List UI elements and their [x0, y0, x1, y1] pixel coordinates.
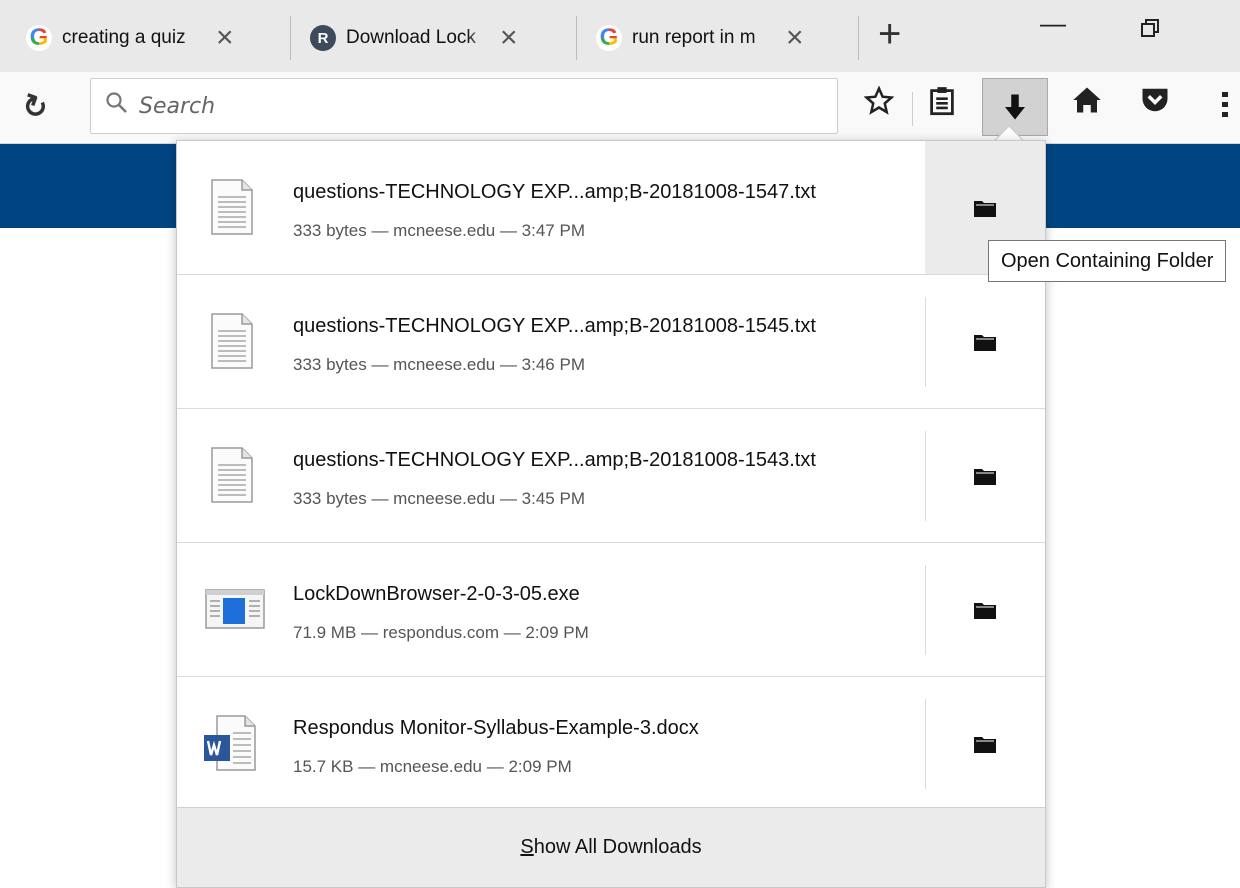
executable-file-icon: [205, 589, 265, 629]
folder-icon: [974, 736, 996, 753]
open-containing-folder-button[interactable]: [925, 677, 1045, 810]
folder-icon: [974, 200, 996, 217]
close-icon[interactable]: ×: [786, 23, 804, 53]
open-containing-folder-button[interactable]: [925, 275, 1045, 408]
download-item[interactable]: questions-TECHNOLOGY EXP...amp;B-2018100…: [177, 409, 1045, 543]
search-input[interactable]: [139, 93, 739, 119]
google-icon: G: [26, 24, 52, 51]
folder-icon: [974, 334, 996, 351]
download-file-name: questions-TECHNOLOGY EXP...amp;B-2018100…: [293, 315, 816, 337]
google-icon: G: [596, 24, 622, 51]
menu-overflow-icon[interactable]: [1222, 90, 1230, 125]
folder-icon: [974, 602, 996, 619]
download-file-meta: 15.7 KB — mcneese.edu — 2:09 PM: [293, 757, 572, 776]
close-icon[interactable]: ×: [216, 23, 234, 53]
download-item[interactable]: questions-TECHNOLOGY EXP...amp;B-2018100…: [177, 275, 1045, 409]
download-item[interactable]: Respondus Monitor-Syllabus-Example-3.doc…: [177, 677, 1045, 811]
show-all-downloads-button[interactable]: Show All Downloads: [177, 807, 1045, 887]
download-file-meta: 71.9 MB — respondus.com — 2:09 PM: [293, 623, 589, 642]
download-file-meta: 333 bytes — mcneese.edu — 3:46 PM: [293, 355, 585, 374]
tab-divider: [858, 16, 859, 60]
download-file-name: Respondus Monitor-Syllabus-Example-3.doc…: [293, 717, 699, 739]
open-containing-folder-button[interactable]: [925, 409, 1045, 542]
open-containing-folder-button[interactable]: [925, 543, 1045, 676]
restore-icon[interactable]: [1140, 14, 1160, 45]
tooltip: Open Containing Folder: [988, 240, 1227, 282]
tab-label: Download Lock: [346, 27, 476, 48]
text-file-icon: [211, 179, 253, 235]
download-file-name: LockDownBrowser-2-0-3-05.exe: [293, 583, 580, 605]
download-file-meta: 333 bytes — mcneese.edu — 3:47 PM: [293, 221, 585, 240]
download-item[interactable]: LockDownBrowser-2-0-3-05.exe 71.9 MB — r…: [177, 543, 1045, 677]
new-tab-plus-icon[interactable]: +: [878, 14, 901, 54]
show-all-label: how All Downloads: [533, 836, 702, 858]
toolbar-divider: [912, 92, 913, 126]
download-file-name: questions-TECHNOLOGY EXP...amp;B-2018100…: [293, 181, 816, 203]
tab-divider: [290, 16, 291, 60]
download-item[interactable]: questions-TECHNOLOGY EXP...amp;B-2018100…: [177, 141, 1045, 275]
tab-label: creating a quiz: [62, 27, 186, 48]
download-arrow-icon: [1005, 94, 1025, 120]
folder-icon: [974, 468, 996, 485]
respondus-icon: R: [310, 25, 336, 51]
text-file-icon: [211, 447, 253, 503]
reload-icon[interactable]: ↻: [17, 87, 53, 128]
tab-divider: [576, 16, 577, 60]
downloads-button[interactable]: [982, 78, 1048, 136]
search-box[interactable]: [90, 78, 838, 134]
download-file-name: questions-TECHNOLOGY EXP...amp;B-2018100…: [293, 449, 816, 471]
tab-strip: G creating a quiz × R Download Lock × G …: [0, 0, 1240, 72]
download-file-meta: 333 bytes — mcneese.edu — 3:45 PM: [293, 489, 585, 508]
tab-creating-a-quiz[interactable]: G creating a quiz ×: [26, 10, 234, 66]
close-icon[interactable]: ×: [500, 23, 518, 53]
bookmark-star-icon[interactable]: [863, 85, 895, 121]
search-icon: [105, 91, 129, 122]
downloads-panel: questions-TECHNOLOGY EXP...amp;B-2018100…: [176, 140, 1046, 888]
text-file-icon: [211, 313, 253, 369]
home-icon[interactable]: [1072, 86, 1102, 119]
navigation-toolbar: ↻: [0, 72, 1240, 144]
reading-list-icon[interactable]: [928, 86, 956, 121]
pocket-icon[interactable]: [1140, 86, 1170, 119]
minimize-icon[interactable]: —: [1040, 8, 1066, 39]
accelerator-key: S: [520, 836, 534, 858]
tab-label: run report in m: [632, 27, 756, 48]
word-document-icon: [204, 715, 256, 771]
tab-run-report[interactable]: G run report in m ×: [596, 10, 804, 66]
tab-download-lockdown[interactable]: R Download Lock ×: [310, 10, 518, 66]
